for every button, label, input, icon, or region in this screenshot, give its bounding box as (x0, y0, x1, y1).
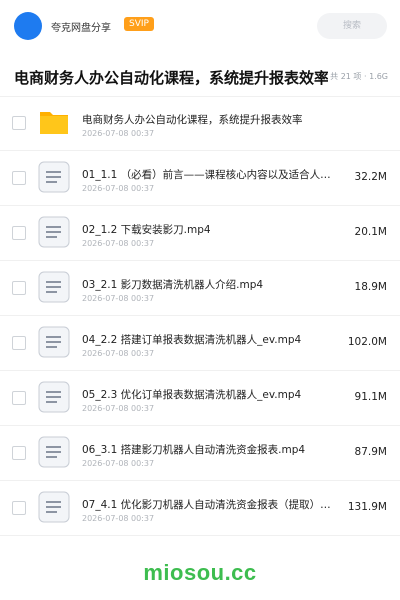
file-name: 02_1.2 下载安装影刀.mp4 (82, 224, 211, 236)
file-name: 05_2.3 优化订单报表数据清洗机器人_ev.mp4 (82, 389, 302, 401)
row-checkbox[interactable] (12, 501, 26, 515)
list-item[interactable]: 02_1.2 下载安装影刀.mp4 2026-07-08 00:37 20.1M (0, 206, 400, 261)
folder-header: 电商财务人办公自动化课程，系统提升报表效率 共 21 项 · 1.6G (0, 54, 400, 97)
document-icon (38, 491, 70, 523)
list-item[interactable]: 05_2.3 优化订单报表数据清洗机器人_ev.mp4 2026-07-08 0… (0, 371, 400, 426)
file-date: 2026-07-08 00:37 (82, 514, 155, 523)
file-name: 01_1.1 （必看）前言——课程核心内容以及适合人群.mp4 (82, 169, 332, 181)
document-icon (38, 161, 70, 193)
list-item[interactable]: 06_3.1 搭建影刀机器人自动清洗资金报表.mp4 2026-07-08 00… (0, 426, 400, 481)
row-checkbox[interactable] (12, 171, 26, 185)
file-size: 131.9M (347, 501, 387, 513)
avatar[interactable] (14, 12, 42, 40)
file-size: 18.9M (354, 281, 387, 293)
search-input[interactable]: 搜索 (317, 13, 387, 39)
list-item[interactable]: 01_1.1 （必看）前言——课程核心内容以及适合人群.mp4 2026-07-… (0, 151, 400, 206)
list-item[interactable]: 07_4.1 优化影刀机器人自动清洗资金报表（提取）.mp4 2026-07-0… (0, 481, 400, 536)
folder-icon (38, 106, 70, 138)
file-name: 04_2.2 搭建订单报表数据清洗机器人_ev.mp4 (82, 334, 302, 346)
file-date: 2026-07-08 00:37 (82, 239, 155, 248)
document-icon (38, 271, 70, 303)
svip-badge: SVIP (124, 17, 154, 31)
document-icon (38, 436, 70, 468)
list-item-folder[interactable]: 电商财务人办公自动化课程，系统提升报表效率 2026-07-08 00:37 (0, 96, 400, 151)
row-checkbox[interactable] (12, 116, 26, 130)
file-size: 87.9M (354, 446, 387, 458)
folder-meta: 共 21 项 · 1.6G (328, 71, 388, 82)
list-item[interactable]: 04_2.2 搭建订单报表数据清洗机器人_ev.mp4 2026-07-08 0… (0, 316, 400, 371)
row-checkbox[interactable] (12, 281, 26, 295)
file-date: 2026-07-08 00:37 (82, 459, 155, 468)
file-name: 06_3.1 搭建影刀机器人自动清洗资金报表.mp4 (82, 444, 306, 456)
file-list: 电商财务人办公自动化课程，系统提升报表效率 2026-07-08 00:37 0… (0, 96, 400, 536)
file-date: 2026-07-08 00:37 (82, 129, 155, 138)
document-icon (38, 326, 70, 358)
file-date: 2026-07-08 00:37 (82, 349, 155, 358)
watermark: miosou.cc (143, 560, 257, 585)
document-icon (38, 216, 70, 248)
page-title: 电商财务人办公自动化课程，系统提升报表效率 (14, 69, 330, 87)
row-checkbox[interactable] (12, 446, 26, 460)
row-checkbox[interactable] (12, 391, 26, 405)
file-name: 03_2.1 影刀数据清洗机器人介绍.mp4 (82, 279, 264, 291)
file-name: 07_4.1 优化影刀机器人自动清洗资金报表（提取）.mp4 (82, 499, 332, 511)
file-date: 2026-07-08 00:37 (82, 404, 155, 413)
app-name: 夸克网盘分享 (51, 23, 111, 34)
document-icon (38, 381, 70, 413)
file-size: 20.1M (354, 226, 387, 238)
app-root: 夸克网盘分享 SVIP 搜索 电商财务人办公自动化课程，系统提升报表效率 共 2… (0, 0, 400, 600)
row-checkbox[interactable] (12, 226, 26, 240)
file-size: 91.1M (354, 391, 387, 403)
header: 夸克网盘分享 SVIP 搜索 (0, 0, 400, 54)
file-date: 2026-07-08 00:37 (82, 184, 155, 193)
file-date: 2026-07-08 00:37 (82, 294, 155, 303)
list-item[interactable]: 03_2.1 影刀数据清洗机器人介绍.mp4 2026-07-08 00:37 … (0, 261, 400, 316)
file-name: 电商财务人办公自动化课程，系统提升报表效率 (82, 114, 303, 126)
file-size: 32.2M (354, 171, 387, 183)
file-size: 102.0M (347, 336, 387, 348)
row-checkbox[interactable] (12, 336, 26, 350)
